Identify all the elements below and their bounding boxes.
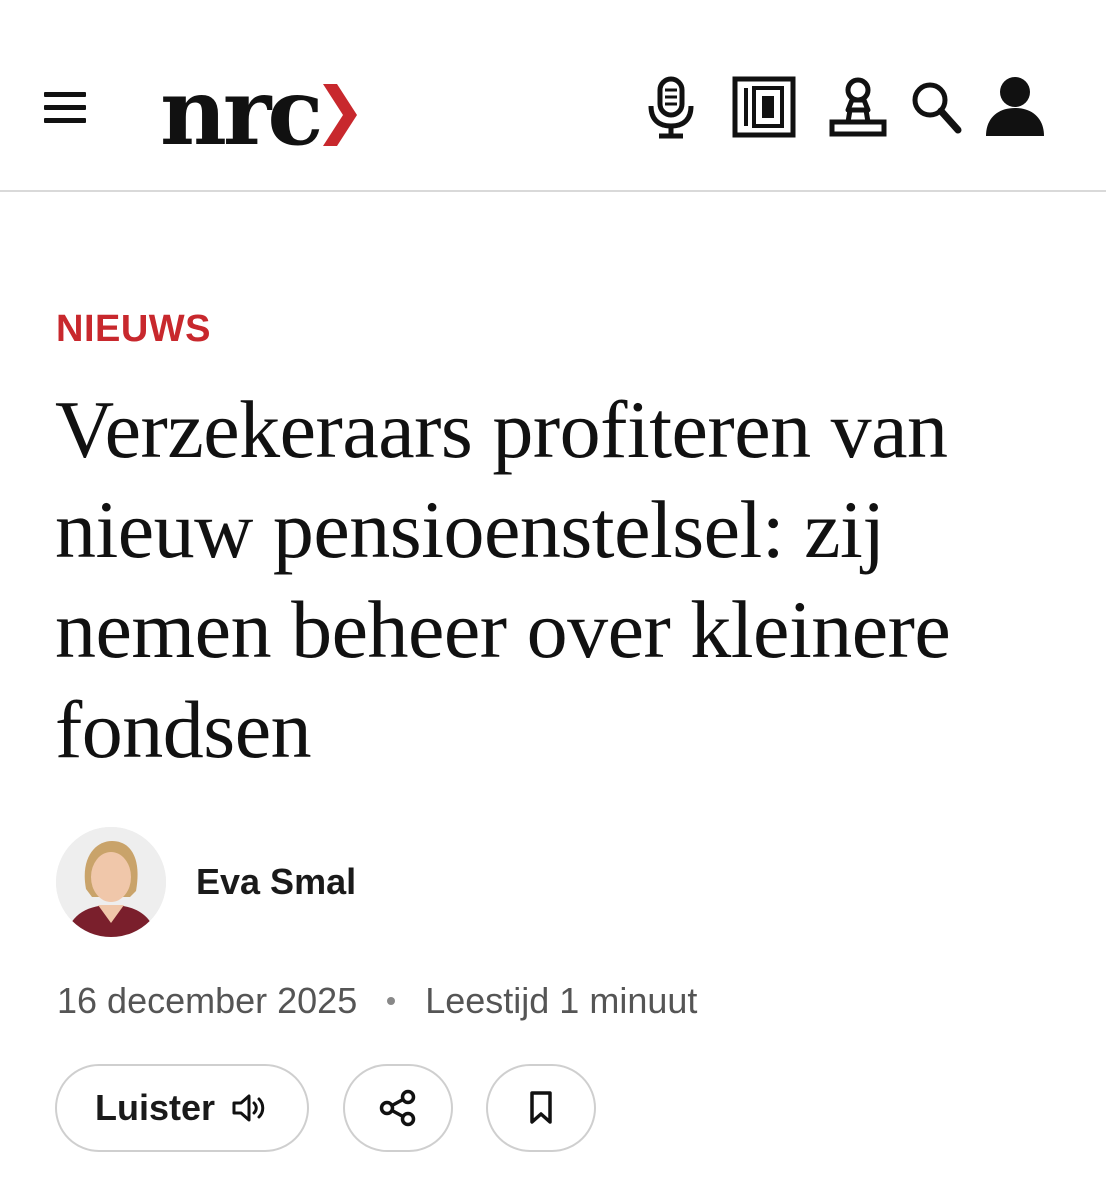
bookmark-button[interactable]: [486, 1064, 596, 1152]
author-avatar[interactable]: [56, 827, 166, 937]
site-header: nrc: [0, 0, 1106, 192]
separator-dot: [387, 997, 396, 1005]
article-page: nrc NIEUWS Verzekeraars profiteren van n…: [0, 0, 1106, 1200]
listen-label: Luister: [94, 1087, 216, 1128]
logo-wordmark: nrc: [160, 58, 323, 166]
chess-pawn-icon[interactable]: [828, 76, 888, 138]
search-icon[interactable]: [910, 80, 962, 136]
article-meta: 16 december 2025 Leestijd 1 minuut: [57, 980, 697, 1022]
author-byline[interactable]: Eva Smal: [56, 826, 356, 938]
speaker-icon: [232, 1094, 265, 1122]
listen-button[interactable]: Luister: [55, 1064, 309, 1152]
share-button[interactable]: [343, 1064, 453, 1152]
nrc-logo[interactable]: nrc: [160, 58, 358, 166]
bookmark-icon: [530, 1091, 552, 1124]
author-name[interactable]: Eva Smal: [196, 861, 356, 903]
account-icon[interactable]: [982, 74, 1048, 140]
section-label[interactable]: NIEUWS: [56, 308, 211, 351]
menu-icon[interactable]: [44, 92, 86, 124]
newspaper-icon[interactable]: [732, 76, 796, 138]
microphone-icon[interactable]: [645, 76, 697, 140]
share-icon: [379, 1089, 416, 1127]
article-headline: Verzekeraars profiteren van nieuw pensio…: [55, 384, 951, 775]
logo-chevron-icon: [323, 84, 358, 146]
publish-date: 16 december 2025: [57, 980, 358, 1021]
reading-time: Leestijd 1 minuut: [425, 980, 698, 1021]
